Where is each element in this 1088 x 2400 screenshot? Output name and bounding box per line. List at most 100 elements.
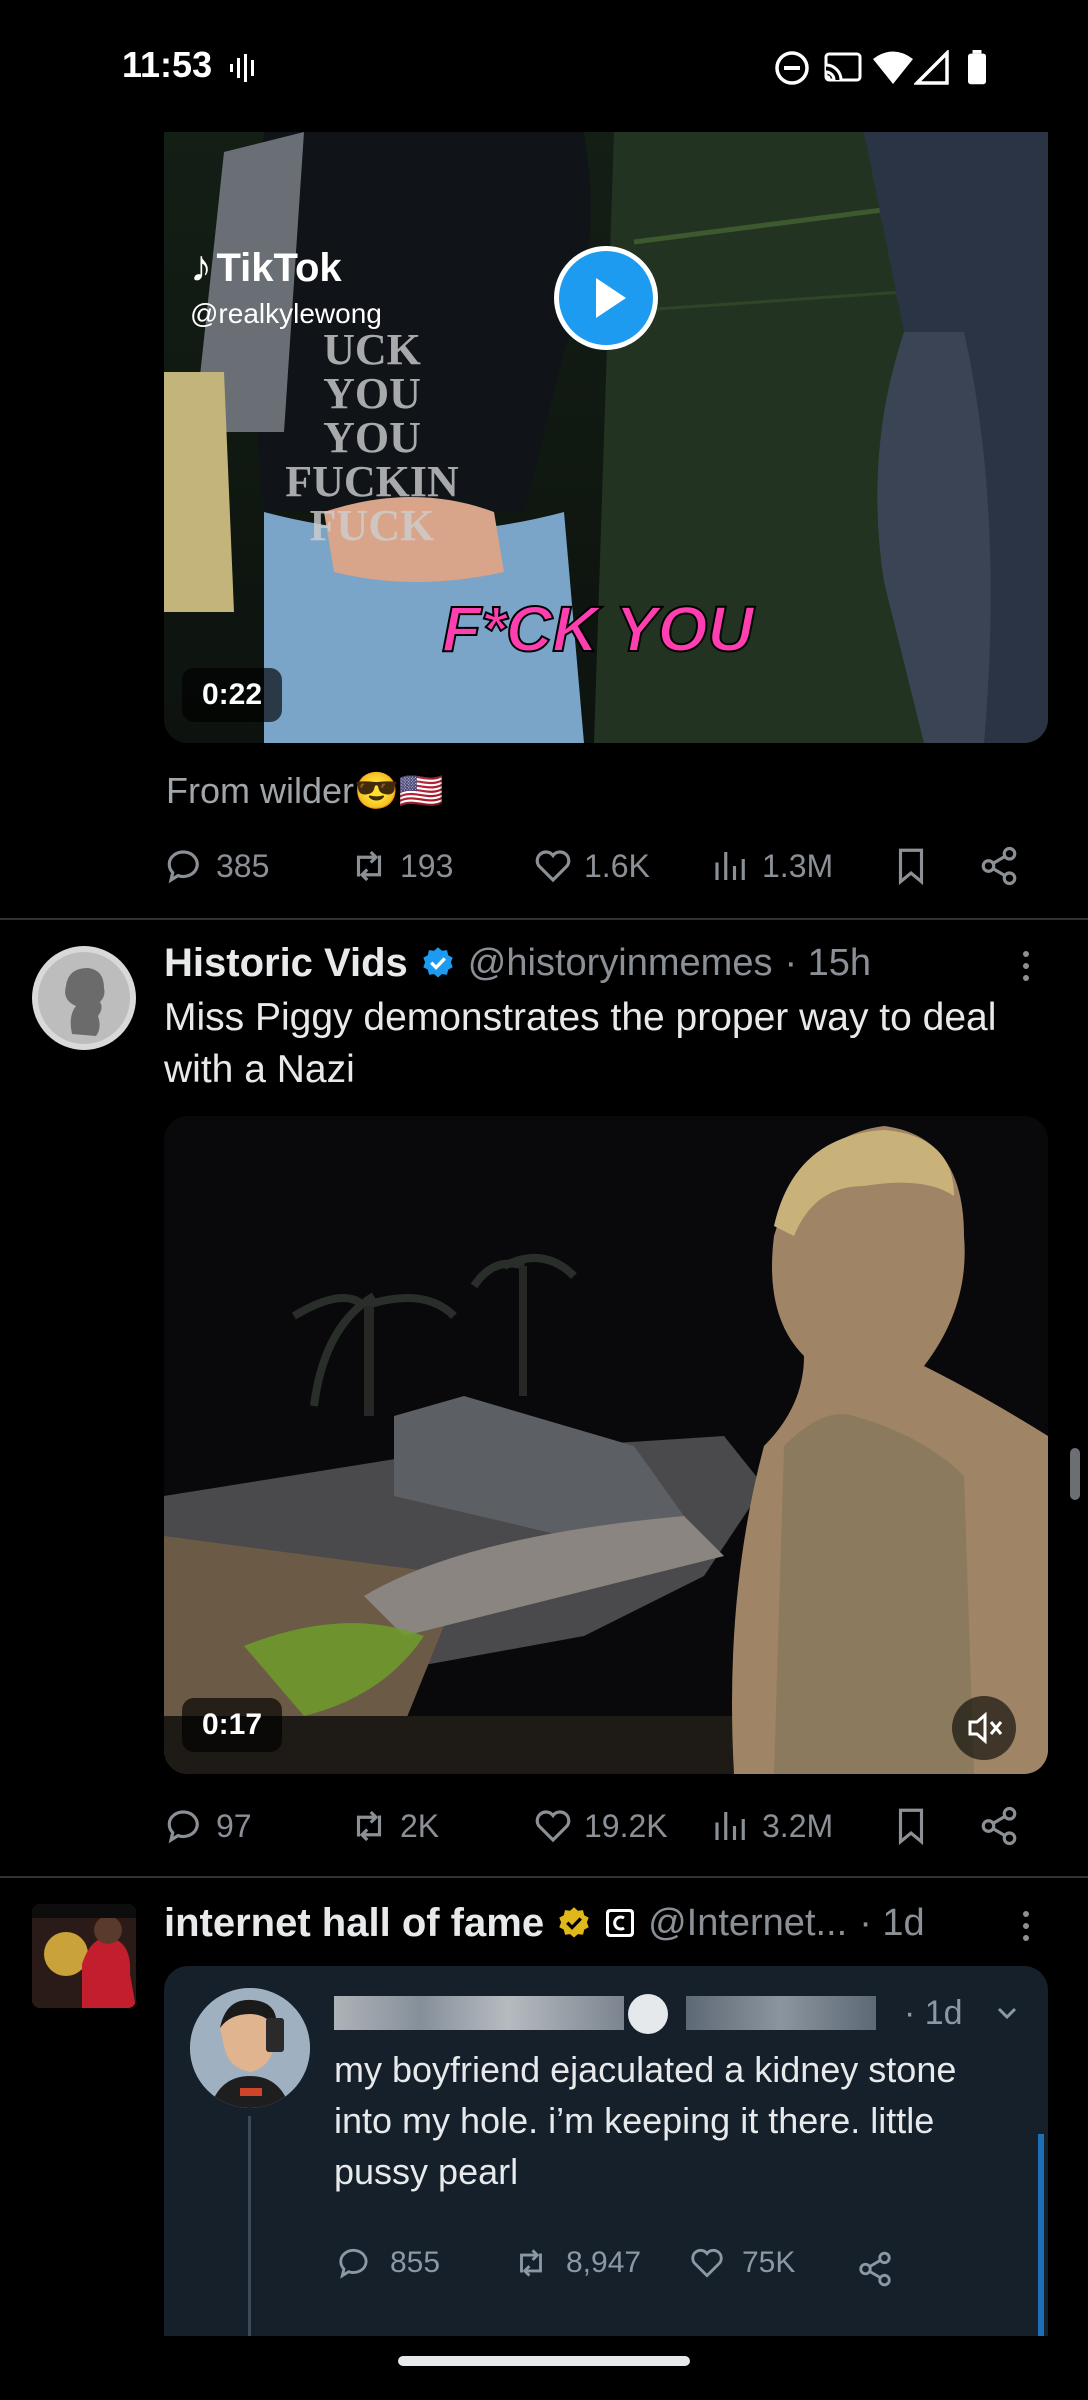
tweet2-video[interactable]: 0:17 (164, 1116, 1048, 1774)
voice-waveform-icon (230, 54, 254, 82)
repost-count: 8,947 (566, 2246, 642, 2279)
video-duration: 0:22 (182, 668, 283, 722)
reply-button[interactable]: 97 (164, 1796, 252, 1856)
views-button[interactable]: 3.2M (710, 1796, 833, 1856)
like-count: 19.2K (584, 1807, 668, 1844)
reply-icon (167, 1810, 199, 1844)
status-time: 11:53 (122, 44, 213, 85)
like-button[interactable]: 1.6K (532, 836, 650, 896)
repost-count: 2K (400, 1807, 440, 1844)
video-duration: 0:17 (182, 1698, 283, 1752)
status-bar: 11:53 (0, 0, 1088, 132)
views-chart-icon (715, 1812, 745, 1840)
author-name[interactable]: Historic Vids (164, 941, 408, 986)
tiktok-logo-icon: ♪ (190, 242, 212, 291)
like-button[interactable]: 19.2K (532, 1796, 668, 1856)
cast-icon (824, 52, 862, 82)
author-handle[interactable]: @Internet... (648, 1902, 847, 1945)
quoted-repost: 8,947 (512, 2244, 641, 2282)
tweet2-text: Miss Piggy demonstrates the proper way t… (164, 996, 997, 1091)
repost-button[interactable]: 2K (348, 1796, 439, 1856)
post-time: · 1d (859, 1901, 925, 1944)
video-frame (164, 1116, 1048, 1774)
views-button[interactable]: 1.3M (710, 836, 833, 896)
heart-icon (691, 2248, 723, 2278)
redacted-name (334, 1996, 624, 2030)
tweet1-caption: From wilder😎🇺🇸 (166, 770, 444, 811)
volume-muted-icon (968, 1711, 1003, 1745)
share-icon (981, 846, 1017, 886)
cellular-signal-icon (914, 50, 949, 85)
avatar-photo (190, 1988, 310, 2108)
heart-icon (535, 850, 571, 883)
home-gesture-bar[interactable] (398, 2356, 690, 2366)
reply-icon (167, 850, 199, 884)
quoted-reply: 855 (336, 2244, 440, 2282)
video-overlay-text: F*CK YOU (441, 592, 755, 666)
post-time: · 15h (784, 941, 872, 984)
reply-count: 855 (390, 2246, 441, 2279)
reply-button[interactable]: 385 (164, 836, 269, 896)
thread-line (248, 2116, 251, 2336)
view-count: 3.2M (762, 1807, 834, 1844)
author-name[interactable]: internet hall of fame (164, 1901, 544, 1946)
like-count: 75K (742, 2246, 796, 2279)
share-icon (981, 1806, 1017, 1846)
do-not-disturb-icon (775, 51, 809, 85)
share-button[interactable] (978, 1796, 1020, 1856)
repost-icon (356, 1810, 382, 1842)
repost-icon (356, 850, 382, 882)
quoted-text: my boyfriend ejaculated a kidney stone i… (334, 2049, 957, 2192)
views-chart-icon (715, 852, 745, 880)
verified-gold-badge-icon (559, 1907, 589, 1938)
avatar-historic-vids[interactable] (32, 946, 136, 1050)
tweet-divider (0, 918, 1088, 920)
tiktok-watermark: ♪ TikTok @realkylewong (190, 242, 382, 330)
repost-button[interactable]: 193 (348, 836, 453, 896)
tweet2-actions: 97 2K 19.2K 3.2M (164, 1796, 1044, 1856)
mute-toggle[interactable] (952, 1696, 1016, 1760)
tweet1-actions: 385 193 1.6K 1.3M (164, 836, 1044, 896)
redacted-handle (686, 1996, 876, 2030)
view-count: 1.3M (762, 847, 834, 884)
like-count: 1.6K (584, 847, 650, 884)
tweet1-video[interactable]: ♪ TikTok @realkylewong UCK YOU YOU FUCKI… (164, 132, 1048, 743)
redacted-badge (628, 1994, 668, 2034)
blue-edge (1038, 2134, 1044, 2336)
quoted-time: · 1d (904, 1994, 963, 2032)
quoted-like: 75K (688, 2244, 795, 2282)
coin-portrait-icon (38, 952, 130, 1044)
share-icon (859, 2251, 891, 2287)
verified-badge-icon (423, 947, 453, 978)
scrollbar-thumb[interactable] (1070, 1448, 1080, 1500)
bookmark-button[interactable] (890, 1796, 932, 1856)
play-icon (596, 278, 626, 318)
affiliate-badge-icon (606, 1909, 635, 1937)
quoted-actions: 855 8,947 75K (336, 2244, 896, 2294)
avatar-photo (32, 1904, 136, 2008)
more-options-icon[interactable] (1016, 1906, 1036, 1946)
heart-icon (535, 1810, 571, 1843)
bookmark-icon (898, 1808, 924, 1846)
shirt-text: UCK YOU YOU FUCKIN FUCK (285, 325, 459, 550)
tweet-divider (0, 1876, 1088, 1878)
quoted-tweet-image[interactable]: · 1d my boyfriend ejaculated a kidney st… (164, 1966, 1048, 2336)
bookmark-button[interactable] (890, 836, 932, 896)
reply-count: 97 (216, 1807, 252, 1844)
avatar-internet-hall-of-fame[interactable] (32, 1904, 136, 2008)
reply-icon (339, 2248, 368, 2279)
tiktok-brand: TikTok (216, 246, 342, 290)
bookmark-icon (898, 848, 924, 886)
share-button[interactable] (978, 836, 1020, 896)
tweet3-header: internet hall of fame @Internet... · 1d (164, 1896, 925, 1950)
play-button[interactable] (554, 246, 658, 350)
reply-count: 385 (216, 847, 270, 884)
author-handle[interactable]: @historyinmemes (468, 942, 773, 985)
repost-count: 193 (400, 847, 454, 884)
tweet2-header: Historic Vids @historyinmemes · 15h (164, 936, 871, 990)
wifi-icon (873, 51, 913, 84)
more-options-icon[interactable] (1016, 946, 1036, 986)
battery-icon (968, 50, 986, 85)
repost-icon (520, 2249, 542, 2277)
chevron-down-icon[interactable] (992, 1998, 1022, 2028)
